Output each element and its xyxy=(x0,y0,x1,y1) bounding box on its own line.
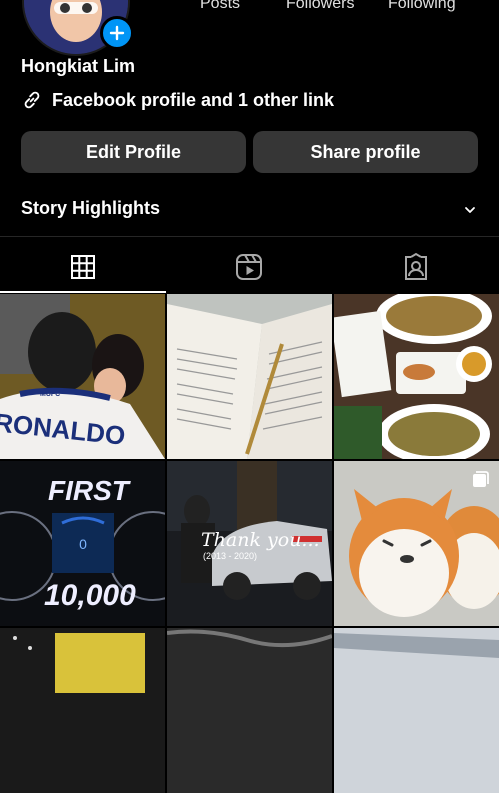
dashboard-caption-bottom: 10,000 xyxy=(44,579,136,612)
post-thumbnail-pho-food[interactable] xyxy=(334,294,499,459)
post-thumbnail-dashboard[interactable]: 0 FIRST 10,000 xyxy=(0,461,165,626)
story-highlights-title: Story Highlights xyxy=(21,198,160,218)
profile-links-text: Facebook profile and 1 other link xyxy=(52,89,335,110)
thank-you-caption: Thank you... xyxy=(201,529,320,551)
followers-label[interactable]: Followers xyxy=(286,0,354,13)
username: Hongkiat Lim xyxy=(21,56,136,76)
dashboard-caption-top: FIRST xyxy=(48,475,129,506)
selected-tab-indicator xyxy=(0,291,166,293)
multiple-photos-icon xyxy=(473,471,489,487)
post-thumbnail-gift-bag[interactable] xyxy=(0,628,165,793)
post-image xyxy=(167,628,332,793)
tagged-icon xyxy=(405,252,427,280)
post-image xyxy=(167,294,332,459)
post-thumbnail-shiba-figures[interactable] xyxy=(334,461,499,626)
add-story-button[interactable] xyxy=(100,16,134,50)
thank-you-years: (2013 - 2020) xyxy=(203,551,258,561)
post-image xyxy=(0,628,165,793)
tab-tagged[interactable] xyxy=(333,243,499,291)
post-thumbnail-father-daughter[interactable]: MUFC RONALDO xyxy=(0,294,165,459)
edit-profile-button[interactable]: Edit Profile xyxy=(21,131,246,173)
post-image xyxy=(334,628,499,793)
tab-reels[interactable] xyxy=(166,243,332,291)
jersey-badge: MUFC xyxy=(40,391,61,398)
share-profile-button[interactable]: Share profile xyxy=(253,131,478,173)
post-image xyxy=(334,294,499,459)
plus-icon xyxy=(109,25,125,41)
grid-icon xyxy=(71,255,95,279)
profile-links[interactable]: Facebook profile and 1 other link xyxy=(21,89,334,111)
post-thumbnail-fabric[interactable] xyxy=(167,628,332,793)
post-thumbnail-thank-you-car[interactable]: Thank you... (2013 - 2020) xyxy=(167,461,332,626)
tab-posts-grid[interactable] xyxy=(0,243,166,291)
reels-icon xyxy=(236,254,262,280)
posts-label[interactable]: Posts xyxy=(200,0,240,13)
following-label[interactable]: Following xyxy=(388,0,456,13)
svg-text:0: 0 xyxy=(79,536,87,552)
post-thumbnail-building[interactable] xyxy=(334,628,499,793)
post-thumbnail-book[interactable] xyxy=(167,294,332,459)
chevron-down-icon[interactable] xyxy=(460,200,480,220)
section-divider xyxy=(0,236,499,237)
link-icon xyxy=(24,91,40,109)
